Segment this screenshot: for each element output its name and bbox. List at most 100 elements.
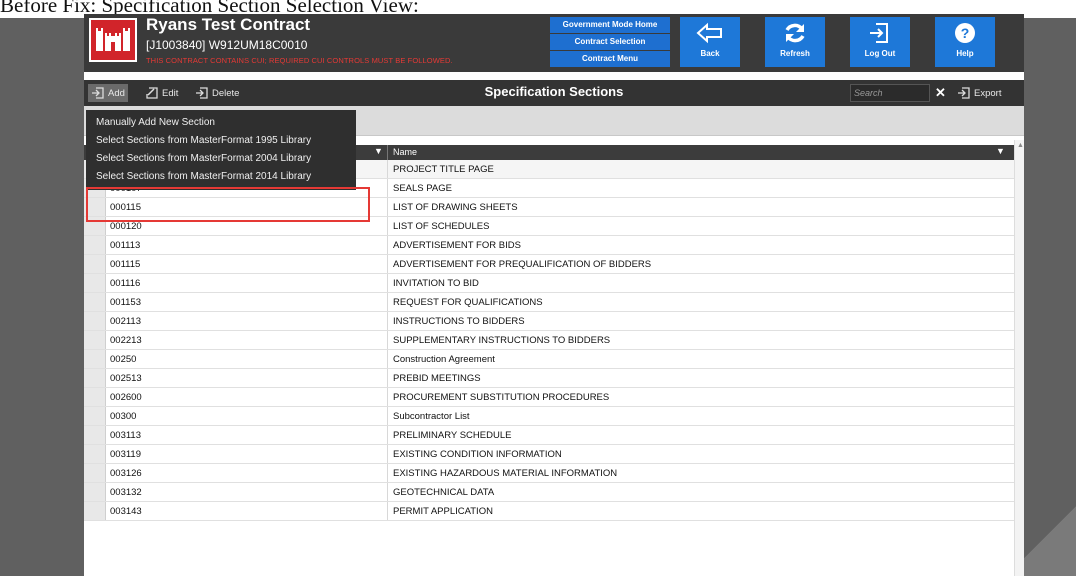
row-selector[interactable] [84, 483, 106, 501]
number-filter-icon[interactable]: ▼ [374, 146, 383, 156]
table-row[interactable]: 00300 Subcontractor List [84, 407, 1014, 426]
table-row[interactable]: 003143 PERMIT APPLICATION [84, 502, 1014, 521]
table-row[interactable]: 002113 INSTRUCTIONS TO BIDDERS [84, 312, 1014, 331]
section-number: 002113 [110, 316, 141, 327]
row-selector[interactable] [84, 274, 106, 292]
contract-menu-button[interactable]: Contract Menu [550, 51, 670, 67]
clear-search-button[interactable]: ✕ [935, 84, 946, 102]
table-row[interactable]: 002513 PREBID MEETINGS [84, 369, 1014, 388]
section-name: ADVERTISEMENT FOR PREQUALIFICATION OF BI… [393, 259, 652, 270]
row-selector[interactable] [84, 255, 106, 273]
edit-button[interactable]: Edit [142, 84, 181, 102]
table-row[interactable]: 003119 EXISTING CONDITION INFORMATION [84, 445, 1014, 464]
row-selector[interactable] [84, 217, 106, 235]
row-selector[interactable] [84, 198, 106, 216]
row-selector[interactable] [84, 426, 106, 444]
row-selector[interactable] [84, 464, 106, 482]
section-name: EXISTING HAZARDOUS MATERIAL INFORMATION [393, 468, 618, 479]
table-row[interactable]: 003126 EXISTING HAZARDOUS MATERIAL INFORM… [84, 464, 1014, 483]
row-selector[interactable] [84, 350, 106, 368]
logout-icon [850, 17, 910, 47]
edit-label: Edit [162, 87, 179, 99]
column-divider [387, 179, 388, 197]
column-divider [387, 198, 388, 216]
section-name: GEOTECHNICAL DATA [393, 487, 495, 498]
help-button[interactable]: ? Help [935, 17, 995, 67]
menu-item-manual-add[interactable]: Manually Add New Section [86, 114, 356, 132]
column-divider [387, 369, 388, 387]
section-toolbar: Add Edit Delete Specification Sections ✕… [84, 80, 1024, 106]
back-button[interactable]: Back [680, 17, 740, 67]
menu-item-masterformat-2014[interactable]: Select Sections from MasterFormat 2014 L… [86, 168, 356, 186]
section-number: 001113 [110, 240, 141, 251]
section-name: PRELIMINARY SCHEDULE [393, 430, 512, 441]
name-filter-icon[interactable]: ▼ [996, 146, 1005, 156]
section-number: 00300 [110, 411, 137, 422]
table-row[interactable]: 00250 Construction Agreement [84, 350, 1014, 369]
menu-item-masterformat-1995[interactable]: Select Sections from MasterFormat 1995 L… [86, 132, 356, 150]
logout-button[interactable]: Log Out [850, 17, 910, 67]
table-row[interactable]: 001153 REQUEST FOR QUALIFICATIONS [84, 293, 1014, 312]
section-number: 003143 [110, 506, 142, 517]
row-selector[interactable] [84, 388, 106, 406]
table-row[interactable]: 001113 ADVERTISEMENT FOR BIDS [84, 236, 1014, 255]
government-mode-home-button[interactable]: Government Mode Home [550, 17, 670, 33]
table-row[interactable]: 003113 PRELIMINARY SCHEDULE [84, 426, 1014, 445]
row-selector[interactable] [84, 369, 106, 387]
section-number: 002600 [110, 392, 142, 403]
cui-warning: THIS CONTRACT CONTAINS CUI; REQUIRED CUI… [146, 56, 453, 65]
section-number: 003126 [110, 468, 142, 479]
column-divider [387, 388, 388, 406]
table-row[interactable]: 000115 LIST OF DRAWING SHEETS [84, 198, 1014, 217]
table-row[interactable]: 002600 PROCUREMENT SUBSTITUTION PROCEDURE… [84, 388, 1014, 407]
table-row[interactable]: 000120 LIST OF SCHEDULES [84, 217, 1014, 236]
section-name: PROCUREMENT SUBSTITUTION PROCEDURES [393, 392, 610, 403]
grid-scrollbar[interactable]: ▲ [1014, 140, 1024, 576]
section-name: INVITATION TO BID [393, 278, 479, 289]
scroll-up-icon[interactable]: ▲ [1017, 142, 1024, 149]
section-number: 000115 [110, 202, 141, 213]
table-row[interactable]: 003132 GEOTECHNICAL DATA [84, 483, 1014, 502]
section-number: 001153 [110, 297, 141, 308]
row-selector[interactable] [84, 502, 106, 520]
row-selector[interactable] [84, 445, 106, 463]
logout-label: Log Out [864, 49, 896, 58]
refresh-icon [765, 17, 825, 47]
export-button[interactable]: Export [954, 84, 1004, 102]
section-name: SUPPLEMENTARY INSTRUCTIONS TO BIDDERS [393, 335, 611, 346]
column-divider [387, 407, 388, 425]
table-row[interactable]: 002213 SUPPLEMENTARY INSTRUCTIONS TO BIDD… [84, 331, 1014, 350]
section-number: 00250 [110, 354, 137, 365]
back-label: Back [700, 49, 720, 58]
column-divider [387, 483, 388, 501]
section-name: SEALS PAGE [393, 183, 452, 194]
table-row[interactable]: 001116 INVITATION TO BID [84, 274, 1014, 293]
help-label: Help [956, 49, 974, 58]
search-input[interactable] [850, 84, 930, 102]
name-column-header[interactable]: Name [393, 147, 417, 157]
section-name: PERMIT APPLICATION [393, 506, 493, 517]
grid-rows: PROJECT TITLE PAGE000107SEALS PAGE000115… [84, 160, 1014, 521]
delete-button[interactable]: Delete [192, 84, 242, 102]
add-icon [92, 87, 104, 99]
section-number: 003119 [110, 449, 141, 460]
row-selector[interactable] [84, 293, 106, 311]
back-arrow-icon [680, 17, 740, 47]
nav-links: Government Mode Home Contract Selection … [550, 17, 670, 68]
sections-grid: ▼ Name ▼ PROJECT TITLE PAGE000107SEALS P… [84, 145, 1014, 521]
section-name: INSTRUCTIONS TO BIDDERS [393, 316, 525, 327]
row-selector[interactable] [84, 312, 106, 330]
add-button[interactable]: Add [88, 84, 128, 102]
contract-selection-button[interactable]: Contract Selection [550, 34, 670, 50]
row-selector[interactable] [84, 331, 106, 349]
refresh-label: Refresh [780, 49, 810, 58]
column-divider [387, 236, 388, 254]
column-divider [387, 464, 388, 482]
refresh-button[interactable]: Refresh [765, 17, 825, 67]
menu-item-masterformat-2004[interactable]: Select Sections from MasterFormat 2004 L… [86, 150, 356, 168]
app-window: Ryans Test Contract [J1003840] W912UM18C… [84, 14, 1024, 576]
section-number: 001116 [110, 278, 141, 289]
row-selector[interactable] [84, 236, 106, 254]
row-selector[interactable] [84, 407, 106, 425]
table-row[interactable]: 001115 ADVERTISEMENT FOR PREQUALIFICATION… [84, 255, 1014, 274]
